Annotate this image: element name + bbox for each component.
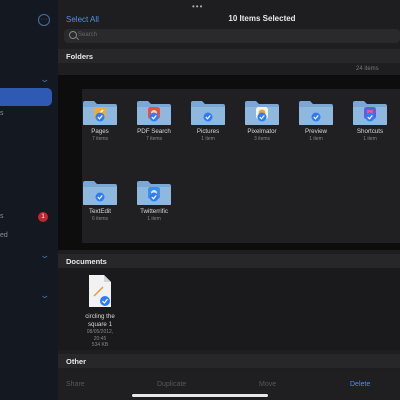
folder-icon [299,101,333,125]
multitasking-dots[interactable]: ••• [192,2,203,11]
ellipsis-circle-icon[interactable]: ··· [38,14,50,26]
folder-name: Pictures [196,128,220,135]
delete-button[interactable]: Delete [350,381,370,388]
sidebar-badge: 1 [38,212,48,222]
folder-count: 7 items [91,136,109,142]
other-heading: Other [66,357,87,366]
folder-item[interactable]: Shortcuts 1 item [350,100,390,142]
sidebar-item-selected[interactable] [0,88,52,106]
folder-count: 3 items [253,136,271,142]
folder-count: 1 item [309,136,323,142]
sidebar-item-label[interactable]: s [0,110,4,117]
chevron-down-icon[interactable]: ⌄ [39,250,50,261]
folder-name: Preview [304,128,327,135]
folder-count: 7 items [145,136,163,142]
page-title: 10 Items Selected [228,14,296,23]
search-icon [69,31,77,39]
move-button[interactable]: Move [259,381,276,388]
document-name: square 1 [87,321,113,328]
items-count: 24 items [356,66,379,72]
document-name: circling the [85,313,115,320]
other-section-header [58,354,400,368]
documents-section-header [58,254,400,268]
twitterrific-app-icon [137,181,171,205]
folders-heading: Folders [66,52,94,61]
search-placeholder: Search [78,32,98,38]
folder-item[interactable]: TextEdit 6 items [80,180,120,222]
folder-name: PDF Search [137,128,171,135]
folder-name: Shortcuts [356,128,384,135]
folder-item[interactable]: Pages 7 items [80,100,120,142]
folder-item[interactable]: PDF Search 7 items [134,100,174,142]
folder-icon [83,181,117,205]
search-input[interactable] [64,29,400,43]
document-date: 08/05/2012, 20:45 [86,329,114,342]
folder-icon [191,101,225,125]
folder-name: Pixelmator [247,128,277,135]
document-icon [89,275,111,307]
folder-item[interactable]: Pictures 1 item [188,100,228,142]
folders-section-header [58,49,400,63]
pixelmator-app-icon [245,101,279,125]
chevron-down-icon[interactable]: ⌄ [39,290,50,301]
folder-count: 6 items [91,216,109,222]
folder-count: 1 item [201,136,215,142]
sidebar-item-label[interactable]: s [0,213,4,220]
pages-app-icon [83,101,117,125]
folder-item[interactable]: Twitterrific 1 item [134,180,174,222]
folder-count: 1 item [363,136,377,142]
pdf-search-app-icon [137,101,171,125]
folder-item[interactable]: Preview 1 item [296,100,336,142]
documents-heading: Documents [66,257,107,266]
sidebar-item-label[interactable]: ed [0,232,8,239]
folder-count: 1 item [147,216,161,222]
shortcuts-app-icon [353,101,387,125]
select-all-button[interactable]: Select All [66,15,99,24]
duplicate-button[interactable]: Duplicate [157,381,186,388]
sidebar [0,0,58,400]
chevron-down-icon[interactable]: ⌄ [39,74,50,85]
folder-item[interactable]: Pixelmator 3 items [242,100,282,142]
folder-name: Twitterrific [140,208,168,215]
home-indicator [132,394,268,397]
document-size: 534 KB [91,342,109,348]
share-button[interactable]: Share [66,381,85,388]
document-item[interactable]: circling the square 1 08/05/2012, 20:45 … [80,274,120,349]
folder-name: TextEdit [88,208,111,215]
folder-name: Pages [91,128,109,135]
